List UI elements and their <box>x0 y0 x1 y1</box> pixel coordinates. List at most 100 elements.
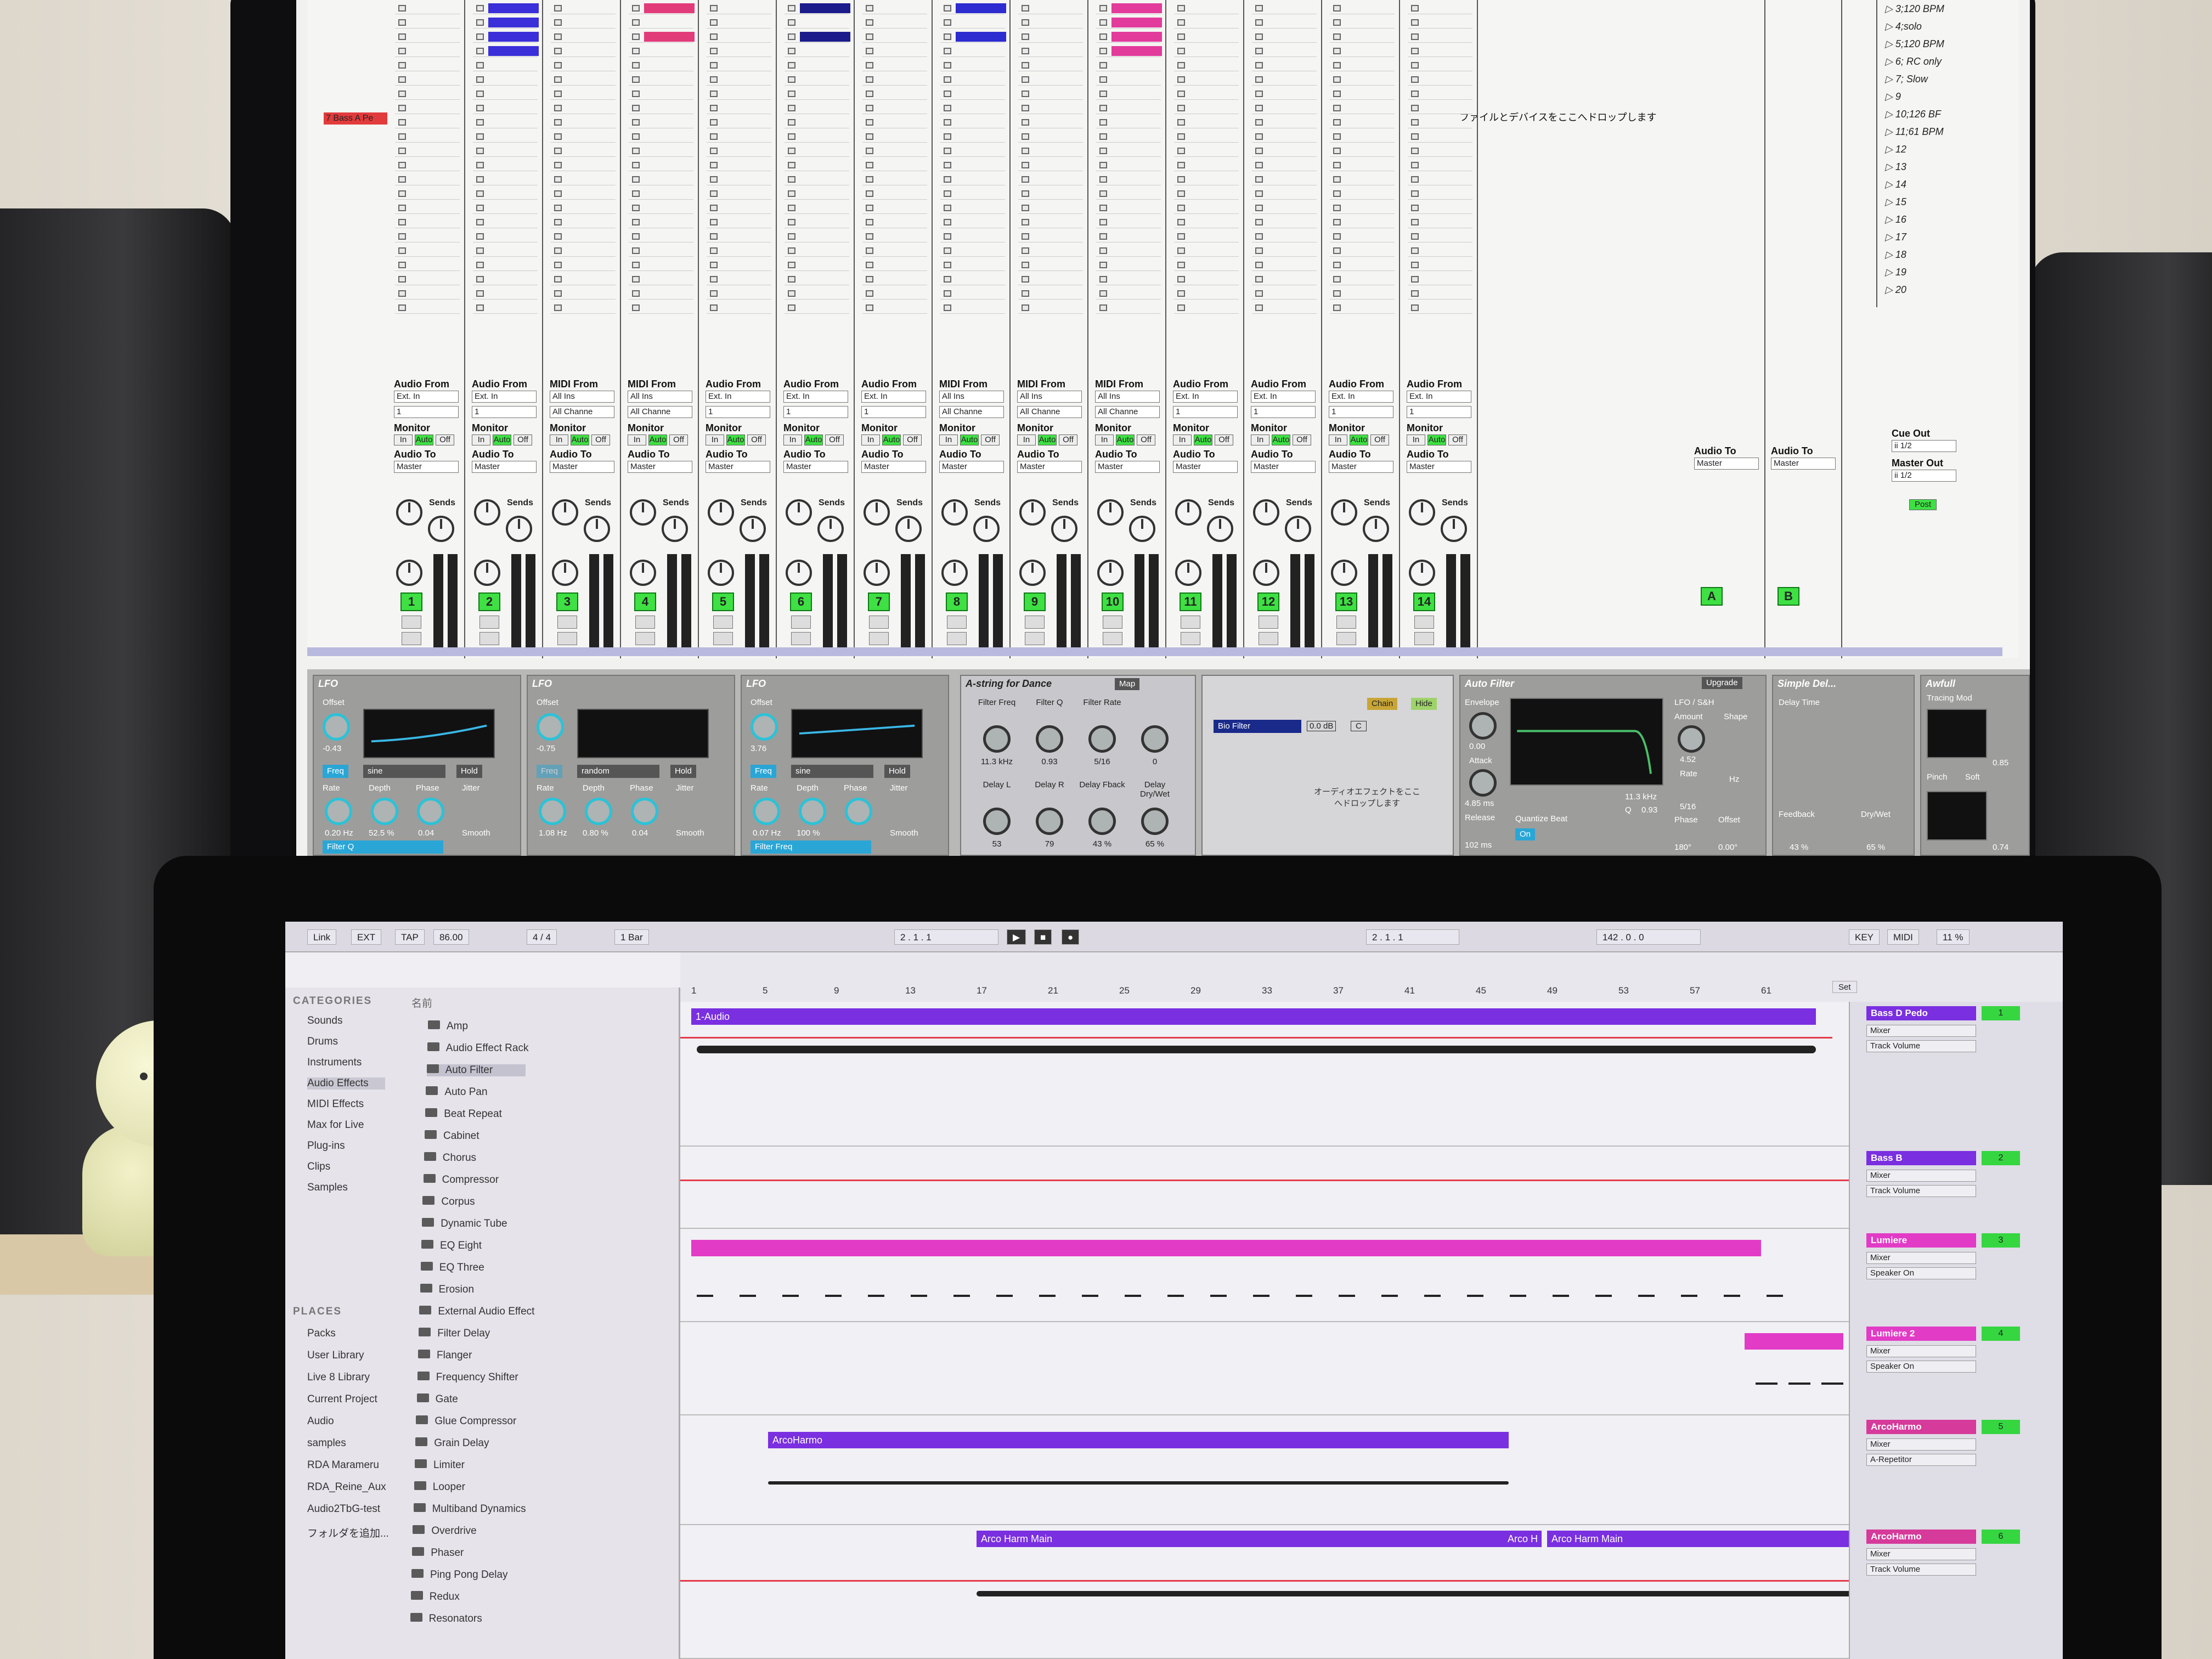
clip-slot[interactable] <box>551 259 616 271</box>
clip-slot[interactable] <box>473 216 538 228</box>
clip-stop-button[interactable] <box>788 176 795 183</box>
clip-slot[interactable] <box>473 74 538 86</box>
clip-slot[interactable] <box>785 131 849 143</box>
clip-slot[interactable] <box>707 159 771 171</box>
clip-stop-button[interactable] <box>1411 190 1419 197</box>
automation-parameter-select[interactable]: Speaker On <box>1866 1267 1976 1279</box>
clip-stop-button[interactable] <box>1333 33 1341 40</box>
clip-slot[interactable] <box>1408 116 1472 128</box>
clip-slot[interactable] <box>1174 59 1239 71</box>
clip-stop-button[interactable] <box>1333 133 1341 140</box>
clip-slot[interactable] <box>473 59 538 71</box>
clip-stop-button[interactable] <box>944 304 951 311</box>
clip-slot[interactable] <box>473 116 538 128</box>
clip-slot[interactable] <box>1018 173 1083 185</box>
track-activator-button[interactable]: 3 <box>556 592 578 611</box>
clip-stop-button[interactable] <box>1099 148 1107 154</box>
clip-stop-button[interactable] <box>554 190 562 197</box>
hold-button[interactable]: Hold <box>884 765 910 778</box>
track-name[interactable]: ArcoHarmo <box>1866 1420 1976 1434</box>
shape-select[interactable]: random <box>577 765 659 778</box>
clip-slot[interactable] <box>1408 59 1472 71</box>
clip-stop-button[interactable] <box>866 62 873 69</box>
clip-slot[interactable] <box>1408 273 1472 285</box>
clip-stop-button[interactable] <box>554 48 562 54</box>
clip-stop-button[interactable] <box>1177 119 1185 126</box>
clip-stop-button[interactable] <box>944 190 951 197</box>
clip-slot[interactable] <box>1408 2 1472 14</box>
clip-slot[interactable] <box>551 216 616 228</box>
clip-stop-button[interactable] <box>1411 205 1419 211</box>
clip-stop-button[interactable] <box>866 33 873 40</box>
browser-file-item[interactable]: Beat Repeat <box>425 1108 502 1120</box>
clip-slot[interactable] <box>1252 131 1317 143</box>
clip-stop-button[interactable] <box>476 276 484 283</box>
clip-slot[interactable] <box>1252 302 1317 314</box>
clip-stop-button[interactable] <box>1177 76 1185 83</box>
clip-stop-button[interactable] <box>1022 119 1029 126</box>
clip-stop-button[interactable] <box>710 162 718 168</box>
clip-stop-button[interactable] <box>1099 62 1107 69</box>
clip-slot[interactable] <box>785 74 849 86</box>
clip-stop-button[interactable] <box>788 262 795 268</box>
automation-device-select[interactable]: Mixer <box>1866 1025 1976 1037</box>
send-b-knob[interactable] <box>1207 516 1233 542</box>
clip-slot[interactable] <box>1018 302 1083 314</box>
clip-stop-button[interactable] <box>1333 276 1341 283</box>
clip-slot[interactable] <box>1330 59 1395 71</box>
clip-stop-button[interactable] <box>710 148 718 154</box>
clip-slot[interactable] <box>862 116 927 128</box>
clip-slot[interactable] <box>629 16 693 29</box>
clip-stop-button[interactable] <box>554 148 562 154</box>
arrangement-clip[interactable]: Arco Harm Main <box>1547 1531 1854 1547</box>
clip-slot[interactable] <box>785 287 849 300</box>
send-a-knob[interactable] <box>786 499 812 526</box>
shape-select[interactable]: sine <box>791 765 873 778</box>
clip-stop-button[interactable] <box>1022 162 1029 168</box>
browser-place[interactable]: Current Project <box>307 1393 377 1406</box>
browser-file-item[interactable]: EQ Three <box>420 1262 484 1274</box>
clip-slot[interactable] <box>1096 116 1161 128</box>
envelope-knob[interactable] <box>1469 712 1497 740</box>
return-activator-button[interactable]: A <box>1701 587 1723 606</box>
clip-slot[interactable] <box>1252 159 1317 171</box>
clip-stop-button[interactable] <box>398 219 406 225</box>
track-activator-button[interactable]: 6 <box>1982 1530 2020 1544</box>
clip-stop-button[interactable] <box>1022 276 1029 283</box>
clip-slot[interactable] <box>395 302 460 314</box>
input-channel-select[interactable]: 1 <box>1329 406 1393 418</box>
clip-stop-button[interactable] <box>476 76 484 83</box>
clip-slot[interactable] <box>785 216 849 228</box>
clip-stop-button[interactable] <box>1255 247 1263 254</box>
clip-stop-button[interactable] <box>1099 48 1107 54</box>
send-a-knob[interactable] <box>1409 499 1435 526</box>
input-source-select[interactable]: Ext. In <box>472 391 537 403</box>
clip-slot[interactable] <box>940 145 1005 157</box>
clip-slot[interactable] <box>940 74 1005 86</box>
quantization-select[interactable]: 1 Bar <box>614 929 649 945</box>
clip-stop-button[interactable] <box>476 148 484 154</box>
clip-slot[interactable] <box>707 273 771 285</box>
clip-stop-button[interactable] <box>1177 48 1185 54</box>
clip-slot[interactable] <box>785 16 849 29</box>
clip-stop-button[interactable] <box>1177 33 1185 40</box>
browser-file-item[interactable]: Auto Pan <box>426 1086 488 1098</box>
clip-slot[interactable] <box>940 31 1006 43</box>
clip-stop-button[interactable] <box>1022 233 1029 240</box>
clip-slot[interactable] <box>1174 74 1239 86</box>
clip-slot[interactable] <box>1252 287 1317 300</box>
clip-stop-button[interactable] <box>476 233 484 240</box>
track-name[interactable]: Lumiere 2 <box>1866 1327 1976 1341</box>
track-activator-button[interactable]: 6 <box>790 592 812 611</box>
clip-stop-button[interactable] <box>632 304 640 311</box>
clip-slot[interactable] <box>551 116 616 128</box>
clip-stop-button[interactable] <box>788 219 795 225</box>
output-select[interactable]: Master <box>1694 458 1759 470</box>
clip-stop-button[interactable] <box>398 205 406 211</box>
clip-stop-button[interactable] <box>788 233 795 240</box>
clip-stop-button[interactable] <box>1099 5 1107 12</box>
clip-slot[interactable] <box>940 273 1005 285</box>
clip-stop-button[interactable] <box>1099 133 1107 140</box>
track-activator-button[interactable]: 13 <box>1335 592 1357 611</box>
browser-place[interactable]: Audio2TbG-test <box>307 1503 380 1515</box>
